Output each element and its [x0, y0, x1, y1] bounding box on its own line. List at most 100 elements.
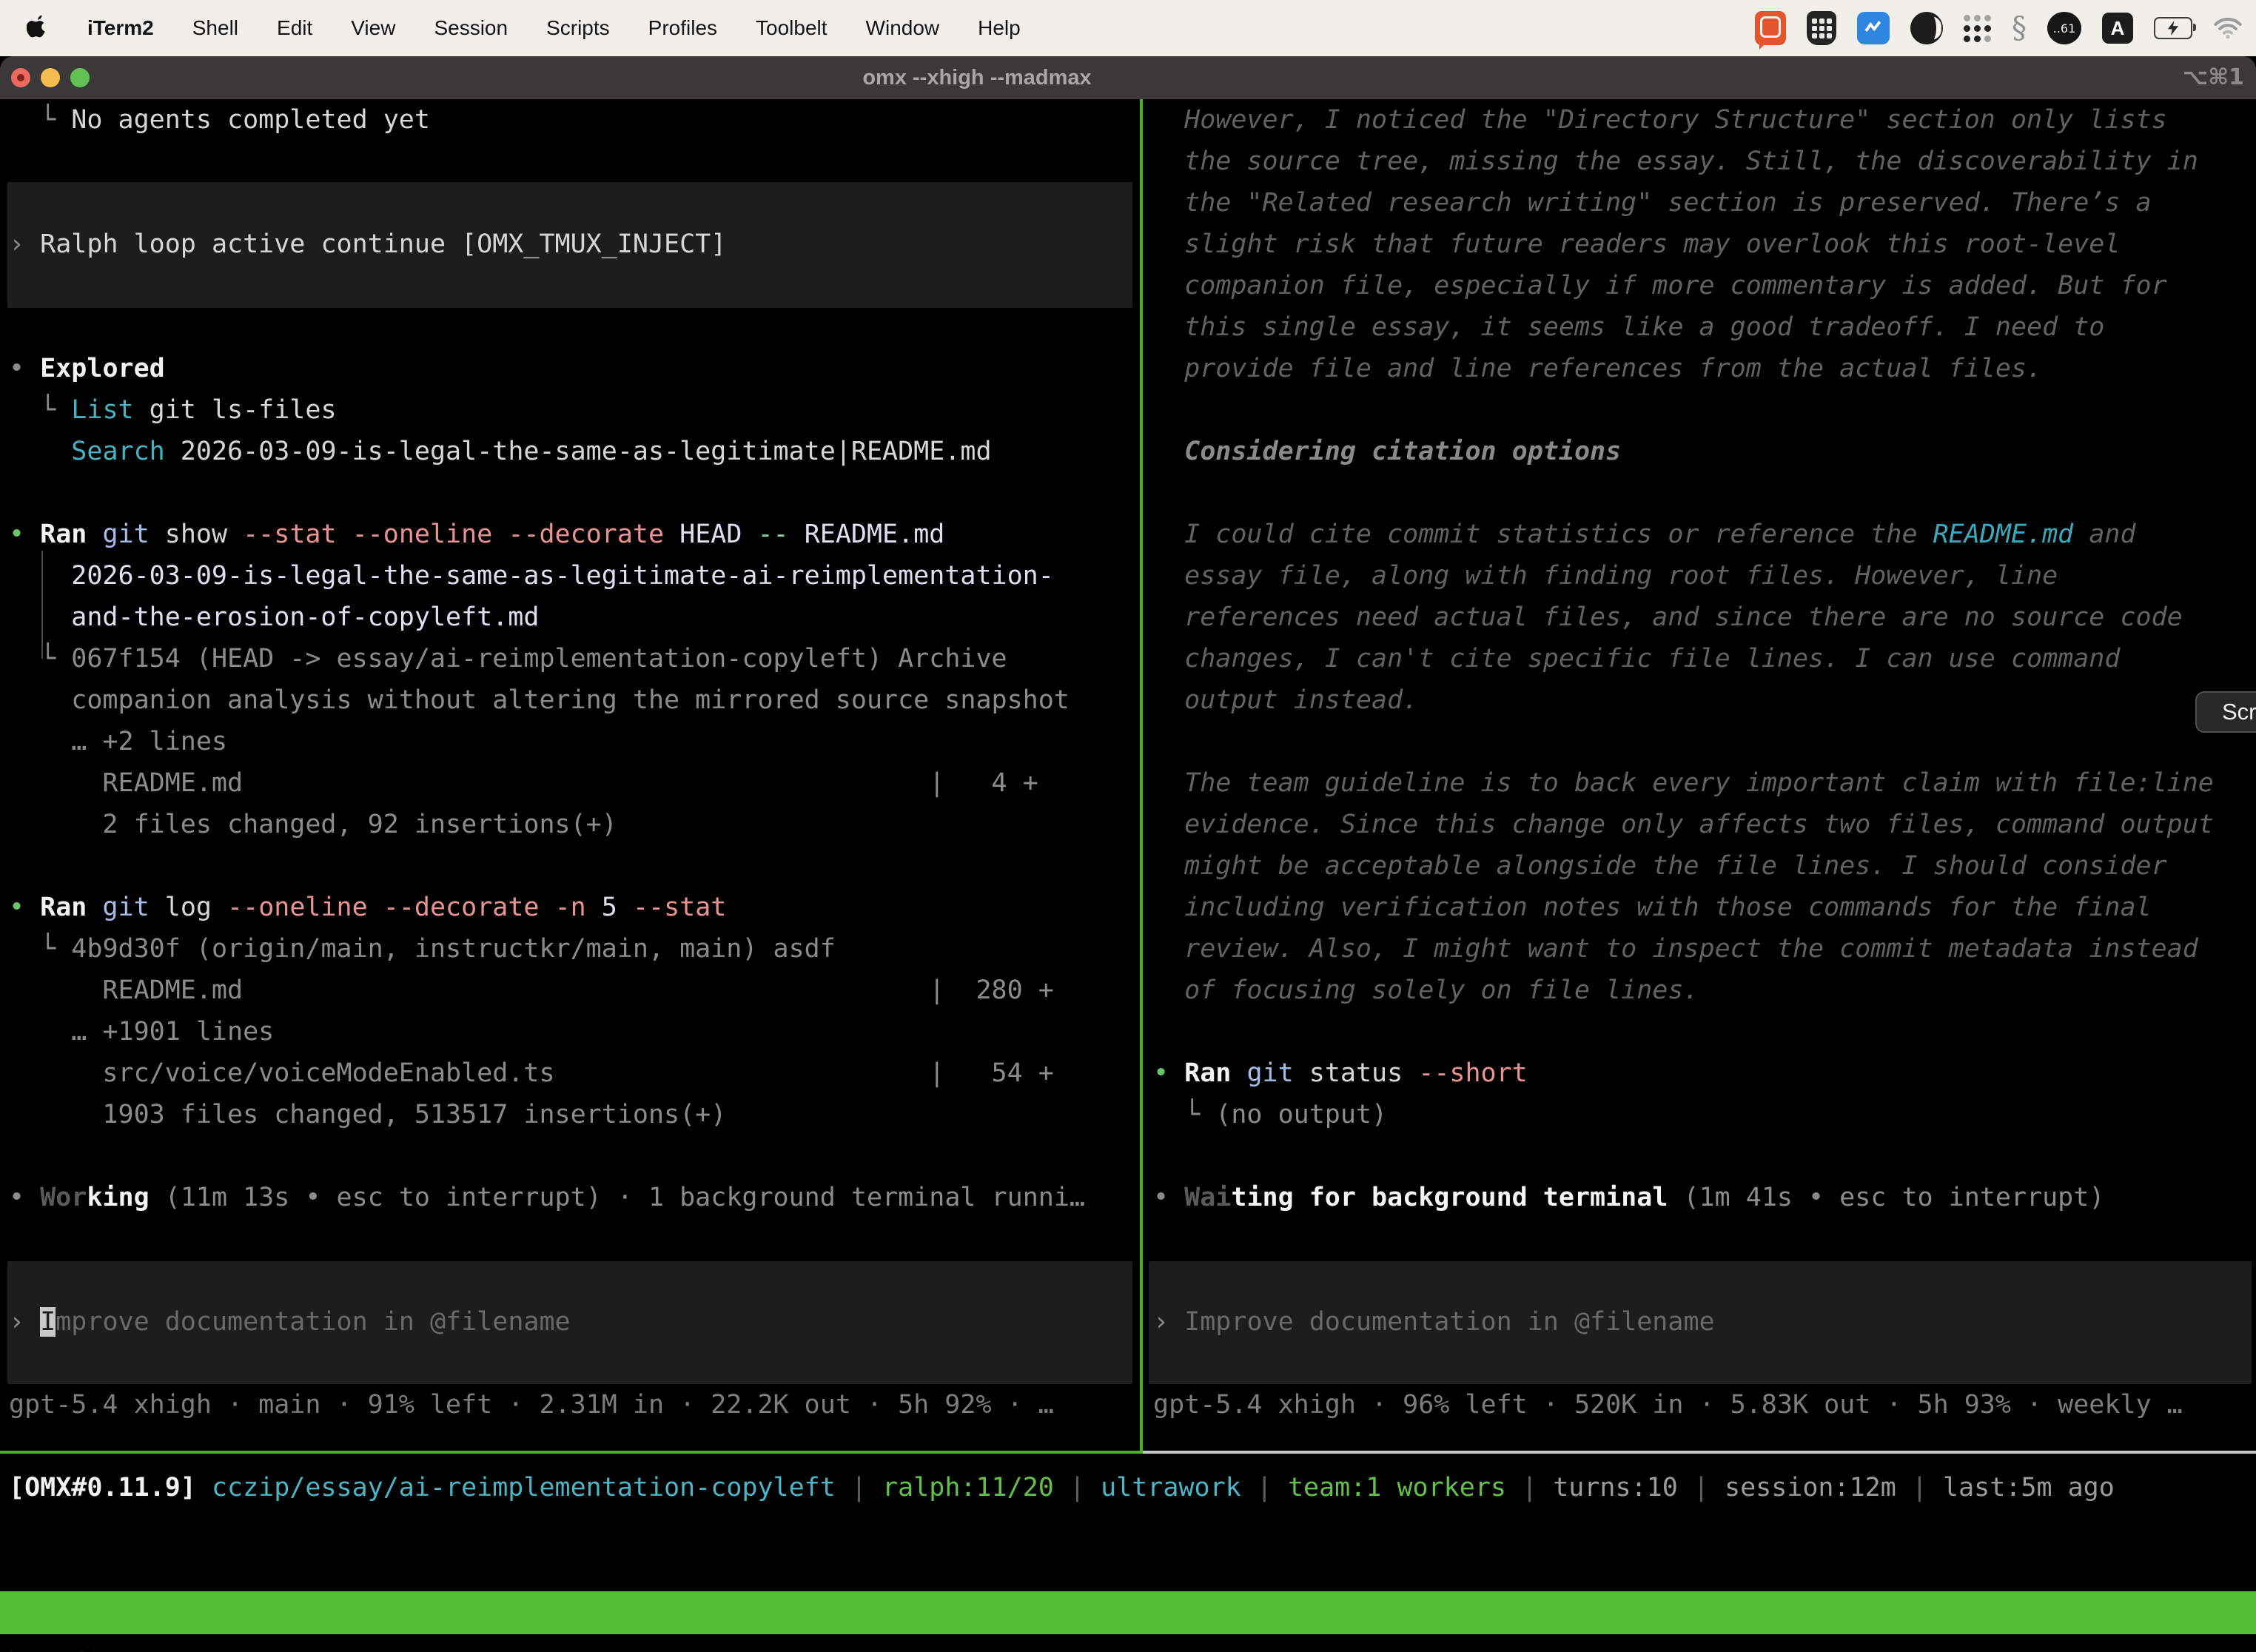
text-segment: git ls-files [134, 395, 337, 425]
terminal-line: README.md | 4 + [9, 762, 1038, 804]
tmux-pane-left[interactable]: └ No agents completed yet› Ralph loop ac… [0, 99, 1140, 1451]
window-titlebar[interactable]: omx --xhigh --madmax ⌥⌘1 [0, 56, 2256, 99]
text-segment: team:1 workers [1288, 1473, 1522, 1502]
text-segment: └ [9, 105, 71, 135]
text-segment: git [1246, 1058, 1309, 1088]
text-segment: Ran [40, 893, 102, 922]
text-segment: Wai [1184, 1183, 1231, 1212]
menu-item-edit[interactable]: Edit [277, 16, 312, 40]
text-segment [9, 437, 71, 466]
terminal-line: and-the-erosion-of-copyleft.md [9, 597, 539, 638]
text-segment: 5 [602, 893, 633, 922]
text-segment: including verification notes with those … [1153, 893, 2152, 922]
text-segment: might be acceptable alongside the file l… [1153, 851, 2167, 881]
terminal-line: Search 2026-03-09-is-legal-the-same-as-l… [9, 431, 992, 472]
terminal-line: companion analysis without altering the … [9, 679, 1070, 721]
text-segment: 2026-03-09-is-legal-the-same-as-legitima… [165, 437, 992, 466]
text-segment: The team guideline is to back every impo… [1153, 768, 2214, 798]
apple-menu-icon[interactable] [27, 13, 49, 44]
text-segment: Wor [40, 1183, 87, 1212]
terminal-line: of focusing solely on file lines. [1153, 970, 1699, 1011]
wifi-icon[interactable] [2213, 16, 2243, 40]
text-segment: and-the-erosion-of-copyleft.md [9, 602, 539, 632]
text-segment: └ [9, 644, 71, 674]
pane-divider-vertical[interactable] [1140, 99, 1143, 1451]
terminal-area[interactable]: └ No agents completed yet› Ralph loop ac… [0, 99, 2256, 1652]
text-segment: show [165, 520, 243, 549]
text-segment: turns:10 [1553, 1473, 1693, 1502]
text-segment: No agents completed yet [71, 105, 430, 135]
text-segment: | [1257, 1473, 1288, 1502]
menu-item-profiles[interactable]: Profiles [648, 16, 717, 40]
security-shield-icon[interactable] [1807, 11, 1836, 45]
menu-item-view[interactable]: View [351, 16, 395, 40]
terminal-line: src/voice/voiceModeEnabled.ts | 54 + [9, 1052, 1054, 1094]
text-segment: --short [1418, 1058, 1528, 1088]
terminal-line: └ No agents completed yet [9, 99, 430, 141]
tmux-pane-right[interactable]: However, I noticed the "Directory Struct… [1144, 99, 2256, 1451]
text-segment: king [87, 1183, 149, 1212]
text-segment: README.md | 280 + [9, 976, 1054, 1005]
dots-grid-icon[interactable] [1964, 15, 1991, 42]
dark-pie-icon[interactable] [1910, 12, 1943, 44]
text-segment: | [1070, 1473, 1101, 1502]
text-segment: I could cite commit statistics or refere… [1153, 520, 1933, 549]
menu-items: iTerm2 Shell Edit View Session Scripts Profil… [0, 13, 1021, 44]
terminal-line: └ List git ls-files [9, 389, 337, 431]
omx-status-line: [OMX#0.11.9] cczip/essay/ai-reimplementa… [9, 1467, 2115, 1508]
terminal-line: However, I noticed the "Directory Struct… [1153, 99, 2167, 141]
screen-share-overlay[interactable]: Scre [2195, 691, 2256, 733]
terminal-line: provide file and line references from th… [1153, 348, 2042, 389]
keystroke-overlay-icon[interactable] [1755, 11, 1786, 45]
text-segment: However, I noticed the "Directory Struct… [1153, 105, 2167, 135]
input-source-icon[interactable]: A [2102, 13, 2133, 44]
battery-icon[interactable] [2154, 17, 2192, 39]
terminal-line: gpt-5.4 xhigh · 96% left · 520K in · 5.8… [1153, 1384, 2183, 1426]
screen-share-overlay-label: Scre [2222, 699, 2256, 725]
menu-status-icons: § ..61 A [1755, 11, 2256, 45]
terminal-line: The team guideline is to back every impo… [1153, 762, 2214, 804]
menu-item-iterm2[interactable]: iTerm2 [87, 16, 154, 40]
terminal-line: this single essay, it seems like a good … [1153, 306, 2104, 348]
text-segment: ralph:11/20 [882, 1473, 1070, 1502]
text-segment: review. Also, I might want to inspect th… [1153, 934, 2198, 964]
terminal-line: Considering citation options [1153, 431, 1621, 472]
text-segment: 4b9d30f (origin/main, instructkr/main, m… [71, 934, 836, 964]
text-segment: slight risk that future readers may over… [1153, 229, 2120, 259]
terminal-line: … +2 lines [9, 721, 227, 762]
text-segment: the source tree, missing the essay. Stil… [1153, 147, 2198, 176]
terminal-line: › Improve documentation in @filename [9, 1301, 571, 1343]
sync-blue-icon[interactable] [1857, 12, 1890, 44]
text-segment: README.md [1933, 520, 2074, 549]
text-segment: Considering citation options [1153, 437, 1621, 466]
text-segment: (1m 41s • esc to interrupt) [1668, 1183, 2104, 1212]
text-segment: Improve documentation in @filename [1184, 1307, 1714, 1337]
text-segment: log [165, 893, 227, 922]
squiggle-icon[interactable]: § [2012, 11, 2027, 45]
menu-item-help[interactable]: Help [978, 16, 1021, 40]
text-segment: --stat [633, 893, 726, 922]
terminal-line: companion file, especially if more comme… [1153, 265, 2167, 306]
menu-item-window[interactable]: Window [866, 16, 940, 40]
tmux-session-label[interactable]: [omx-cczip0:bash* [7, 1634, 129, 1652]
menu-item-session[interactable]: Session [434, 16, 508, 40]
badge-61-icon[interactable]: ..61 [2047, 12, 2081, 44]
text-segment: the "Related research writing" section i… [1153, 188, 2152, 218]
terminal-line: slight risk that future readers may over… [1153, 224, 2120, 265]
terminal-line: evidence. Since this change only affects… [1153, 804, 2214, 845]
terminal-line: • Ran git show --stat --oneline --decora… [9, 514, 944, 555]
terminal-line: • Explored [9, 348, 165, 389]
menu-item-toolbelt[interactable]: Toolbelt [756, 16, 827, 40]
text-segment: ting for background terminal [1231, 1183, 1668, 1212]
text-segment: 1903 files changed, 513517 insertions(+) [9, 1100, 726, 1129]
menu-item-shell[interactable]: Shell [192, 16, 238, 40]
text-segment: last:5m ago [1943, 1473, 2115, 1502]
text-segment: | [1912, 1473, 1943, 1502]
text-segment: -- [757, 520, 804, 549]
terminal-line: • Ran git log --oneline --decorate -n 5 … [9, 887, 726, 928]
text-segment: src/voice/voiceModeEnabled.ts | 54 + [9, 1058, 1054, 1088]
text-segment: mprove documentation in @filename [56, 1307, 570, 1337]
text-segment: 2 files changed, 92 insertions(+) [9, 810, 617, 839]
text-segment: -n [555, 893, 602, 922]
menu-item-scripts[interactable]: Scripts [546, 16, 610, 40]
